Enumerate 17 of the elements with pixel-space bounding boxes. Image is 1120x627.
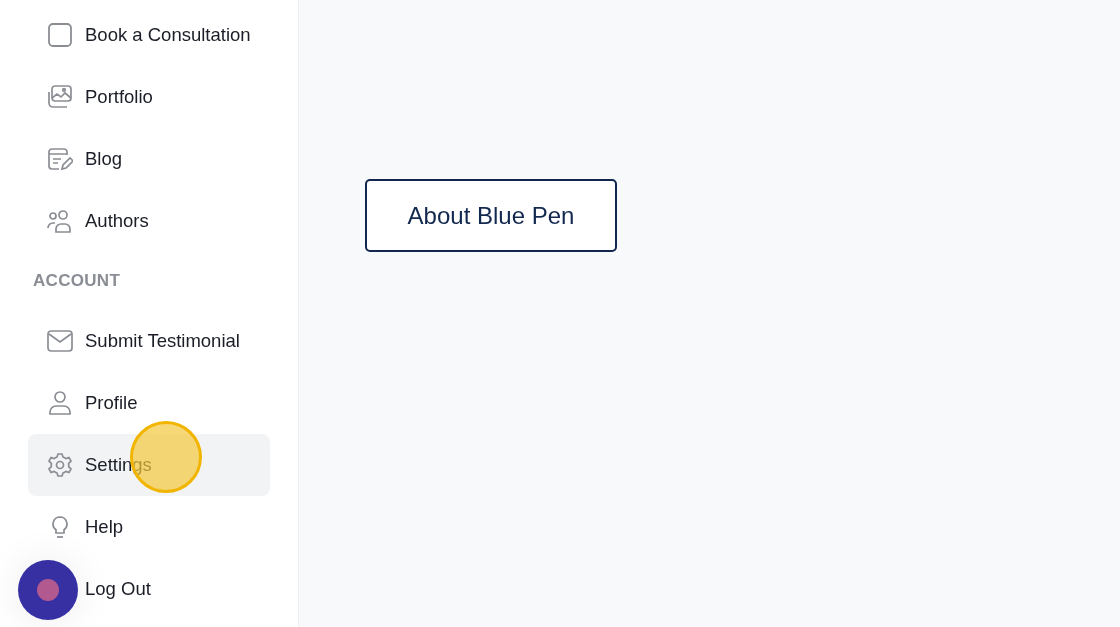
nav-item[interactable]: Authors [28,190,270,252]
users-icon [47,208,73,234]
blog-edit-icon [47,146,73,172]
nav-item[interactable]: Book a Consultation [28,4,270,66]
about-button[interactable]: About Blue Pen [365,179,617,252]
nav-item[interactable]: Log Out [85,558,151,620]
lightbulb-icon [52,516,68,538]
user-icon [47,390,73,416]
mail-icon [47,328,73,354]
images-icon [47,84,73,110]
nav-item[interactable]: Blog [28,128,270,190]
nav-item[interactable]: Help [28,496,270,558]
nav-item[interactable]: Portfolio [28,66,270,128]
dot-icon [37,579,59,601]
nav-item[interactable]: Submit Testimonial [28,310,270,372]
section-heading: ACCOUNT [32,270,122,292]
nav-item[interactable]: Profile [28,372,270,434]
